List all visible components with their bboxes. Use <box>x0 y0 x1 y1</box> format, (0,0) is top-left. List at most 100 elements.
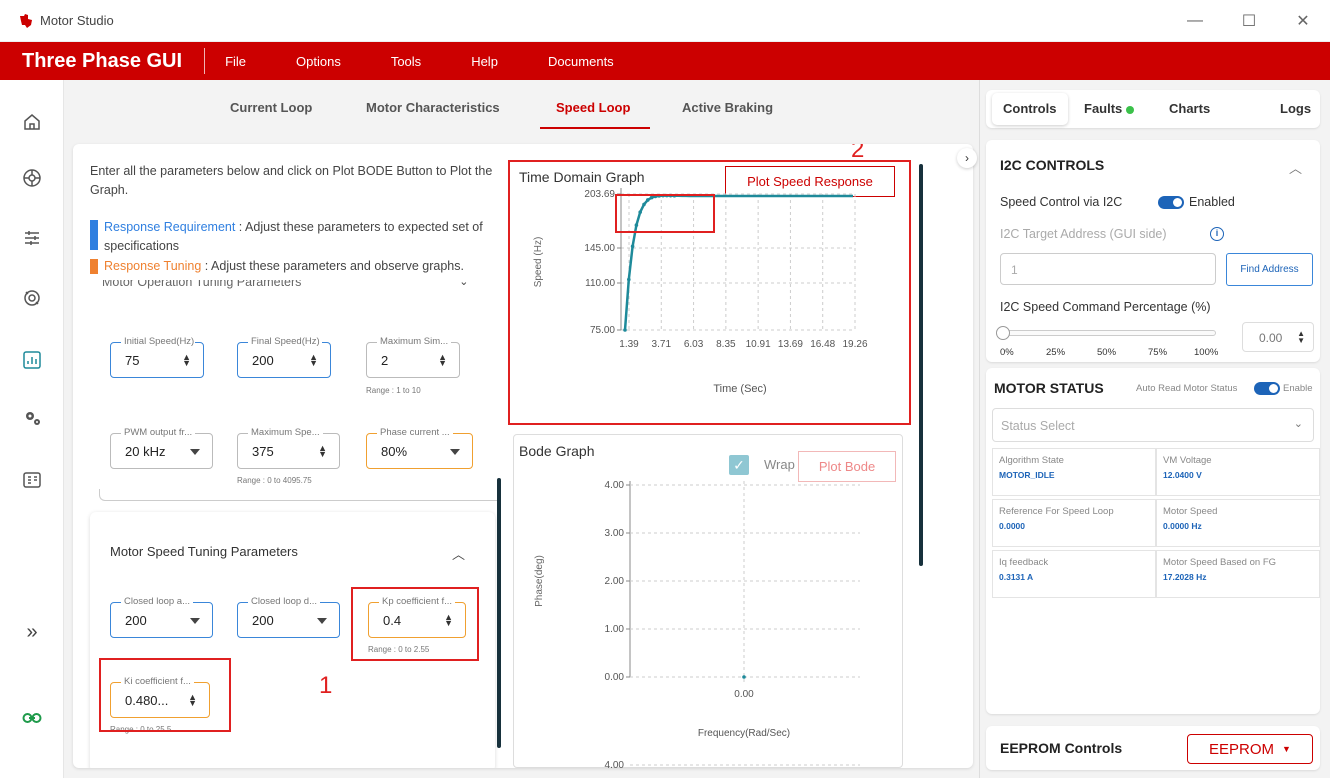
find-address-button[interactable]: Find Address <box>1226 253 1313 286</box>
menu-help[interactable]: Help <box>471 54 498 69</box>
graph-scrollbar[interactable] <box>919 164 923 566</box>
spinner-icon[interactable]: ▲ ▼ <box>182 353 191 368</box>
closed-loop-accel-select[interactable]: Closed loop a... 200 <box>110 596 213 638</box>
status-label: Algorithm State <box>999 455 1064 466</box>
link-icon[interactable] <box>20 706 44 730</box>
info-icon[interactable]: i <box>1210 227 1224 241</box>
motor-status-title: MOTOR STATUS <box>994 380 1104 396</box>
field-label: Final Speed(Hz) <box>248 336 322 347</box>
field-value: 200 <box>125 613 147 628</box>
pwm-frequency-select[interactable]: PWM output fr... 20 kHz <box>110 427 213 469</box>
y-axis-label: Phase(deg) <box>534 555 545 607</box>
spinner-icon[interactable]: ▲ ▼ <box>1297 330 1305 345</box>
tab-motor-characteristics[interactable]: Motor Characteristics <box>366 100 500 115</box>
status-cell-iq-feedback: Iq feedback 0.3131 A <box>992 550 1156 598</box>
status-cell-motor-speed: Motor Speed 0.0000 Hz <box>1156 499 1320 547</box>
menu-tools[interactable]: Tools <box>391 54 421 69</box>
tab-current-loop[interactable]: Current Loop <box>230 100 312 115</box>
tuning-color-bar <box>90 259 98 274</box>
slider-thumb[interactable] <box>996 326 1010 340</box>
requirement-note: Response Requirement : Adjust these para… <box>90 218 510 256</box>
status-label: Iq feedback <box>999 557 1049 568</box>
operation-section-header[interactable]: Motor Operation Tuning Parameters ⌃⌄ <box>90 280 480 294</box>
status-cell-algorithm-state: Algorithm State MOTOR_IDLE <box>992 448 1156 496</box>
field-label: Maximum Spe... <box>248 427 323 438</box>
collapse-chevron-icon[interactable]: ︿ <box>452 544 465 563</box>
menu-file[interactable]: File <box>225 54 246 69</box>
maximize-button[interactable]: ☐ <box>1222 0 1276 42</box>
menu-documents[interactable]: Documents <box>548 54 614 69</box>
requirement-color-bar <box>90 220 98 250</box>
speed-percent-label: I2C Speed Command Percentage (%) <box>1000 300 1211 314</box>
tab-charts[interactable]: Charts <box>1169 101 1210 116</box>
field-label: Phase current ... <box>377 427 453 438</box>
auto-read-label: Auto Read Motor Status <box>1136 383 1238 394</box>
speed-control-label: Speed Control via I2C <box>1000 195 1123 209</box>
close-button[interactable]: ✕ <box>1276 0 1330 42</box>
collapse-chevron-icon[interactable]: ︿ <box>1289 158 1302 177</box>
eeprom-dropdown-button[interactable]: EEPROM ▼ <box>1187 734 1313 764</box>
tab-faults-label: Faults <box>1084 101 1123 116</box>
right-tab-bar: Controls Faults Charts Logs <box>986 90 1320 128</box>
status-value: MOTOR_IDLE <box>999 470 1055 480</box>
speed-percent-slider[interactable] <box>1000 330 1216 336</box>
phase-current-select[interactable]: Phase current ... 80% <box>366 427 473 469</box>
annotation-number-2: 2 <box>851 144 865 163</box>
initial-speed-field[interactable]: Initial Speed(Hz) 75 ▲ ▼ <box>110 336 204 378</box>
collapse-panel-button[interactable]: › <box>957 148 977 168</box>
auto-read-toggle[interactable] <box>1254 382 1280 395</box>
tuning-label: Response Tuning <box>104 259 202 273</box>
slider-tick: 100% <box>1194 347 1219 358</box>
left-scrollbar[interactable] <box>497 478 501 748</box>
chevron-down-icon: ⌄ <box>1293 418 1303 430</box>
tab-logs[interactable]: Logs <box>1280 101 1311 116</box>
max-sim-time-field[interactable]: Maximum Sim... 2 ▲ ▼ <box>366 336 460 378</box>
status-label: Motor Speed Based on FG <box>1163 557 1277 568</box>
y-tick-label: 3.00 <box>605 528 625 539</box>
i2c-address-input[interactable]: 1 <box>1000 253 1216 285</box>
collapse-chevron-icon[interactable]: ⌃⌄ <box>450 280 468 288</box>
eeprom-title: EEPROM Controls <box>1000 740 1123 756</box>
tab-controls[interactable]: Controls <box>1003 101 1056 116</box>
spinner-icon[interactable]: ▲ ▼ <box>309 353 318 368</box>
y-tick-label: 4.00 <box>605 760 625 768</box>
field-label: Closed loop a... <box>121 596 194 607</box>
settings-gears-icon[interactable] <box>20 406 44 430</box>
tab-speed-loop[interactable]: Speed Loop <box>556 100 630 115</box>
minimize-button[interactable]: — <box>1168 0 1222 42</box>
address-value: 1 <box>1011 263 1018 277</box>
motor-icon[interactable] <box>20 166 44 190</box>
caret-down-icon: ▼ <box>1282 744 1291 754</box>
slider-tick: 50% <box>1097 347 1117 358</box>
menu-options[interactable]: Options <box>296 54 341 69</box>
dropdown-caret-icon <box>317 618 327 624</box>
max-speed-field[interactable]: Maximum Spe... 375 ▲ ▼ <box>237 427 340 469</box>
section-divider <box>99 489 497 501</box>
slider-tick: 75% <box>1148 347 1168 358</box>
spinner-icon[interactable]: ▲ ▼ <box>438 353 447 368</box>
rotation-icon[interactable] <box>20 286 44 310</box>
tab-active-braking[interactable]: Active Braking <box>682 100 773 115</box>
percent-value: 0.00 <box>1259 331 1283 345</box>
status-value: 0.0000 Hz <box>1163 521 1202 531</box>
final-speed-field[interactable]: Final Speed(Hz) 200 ▲ ▼ <box>237 336 331 378</box>
status-label: Reference For Speed Loop <box>999 506 1114 517</box>
status-select[interactable]: Status Select ⌄ <box>992 408 1314 442</box>
expand-nav-icon[interactable]: » <box>20 620 44 644</box>
tuning-sliders-icon[interactable] <box>20 226 44 250</box>
home-icon[interactable] <box>20 110 44 134</box>
i2c-enable-toggle[interactable] <box>1158 196 1184 209</box>
closed-loop-decel-select[interactable]: Closed loop d... 200 <box>237 596 340 638</box>
menubar-divider <box>204 48 206 74</box>
register-map-icon[interactable] <box>20 468 44 492</box>
tab-faults[interactable]: Faults <box>1084 101 1135 116</box>
status-cell-fg-speed: Motor Speed Based on FG 17.2028 Hz <box>1156 550 1320 598</box>
chart-icon[interactable] <box>20 348 44 372</box>
spinner-icon[interactable]: ▲ ▼ <box>318 444 327 459</box>
toggle-state-label: Enable <box>1283 383 1313 394</box>
toggle-state-label: Enabled <box>1189 195 1235 209</box>
speed-percent-input[interactable]: 0.00 ▲ ▼ <box>1242 322 1314 352</box>
tuning-note: Response Tuning : Adjust these parameter… <box>90 257 510 276</box>
status-select-placeholder: Status Select <box>1001 419 1075 433</box>
tab-bar: Current Loop Motor Characteristics Speed… <box>64 80 979 136</box>
